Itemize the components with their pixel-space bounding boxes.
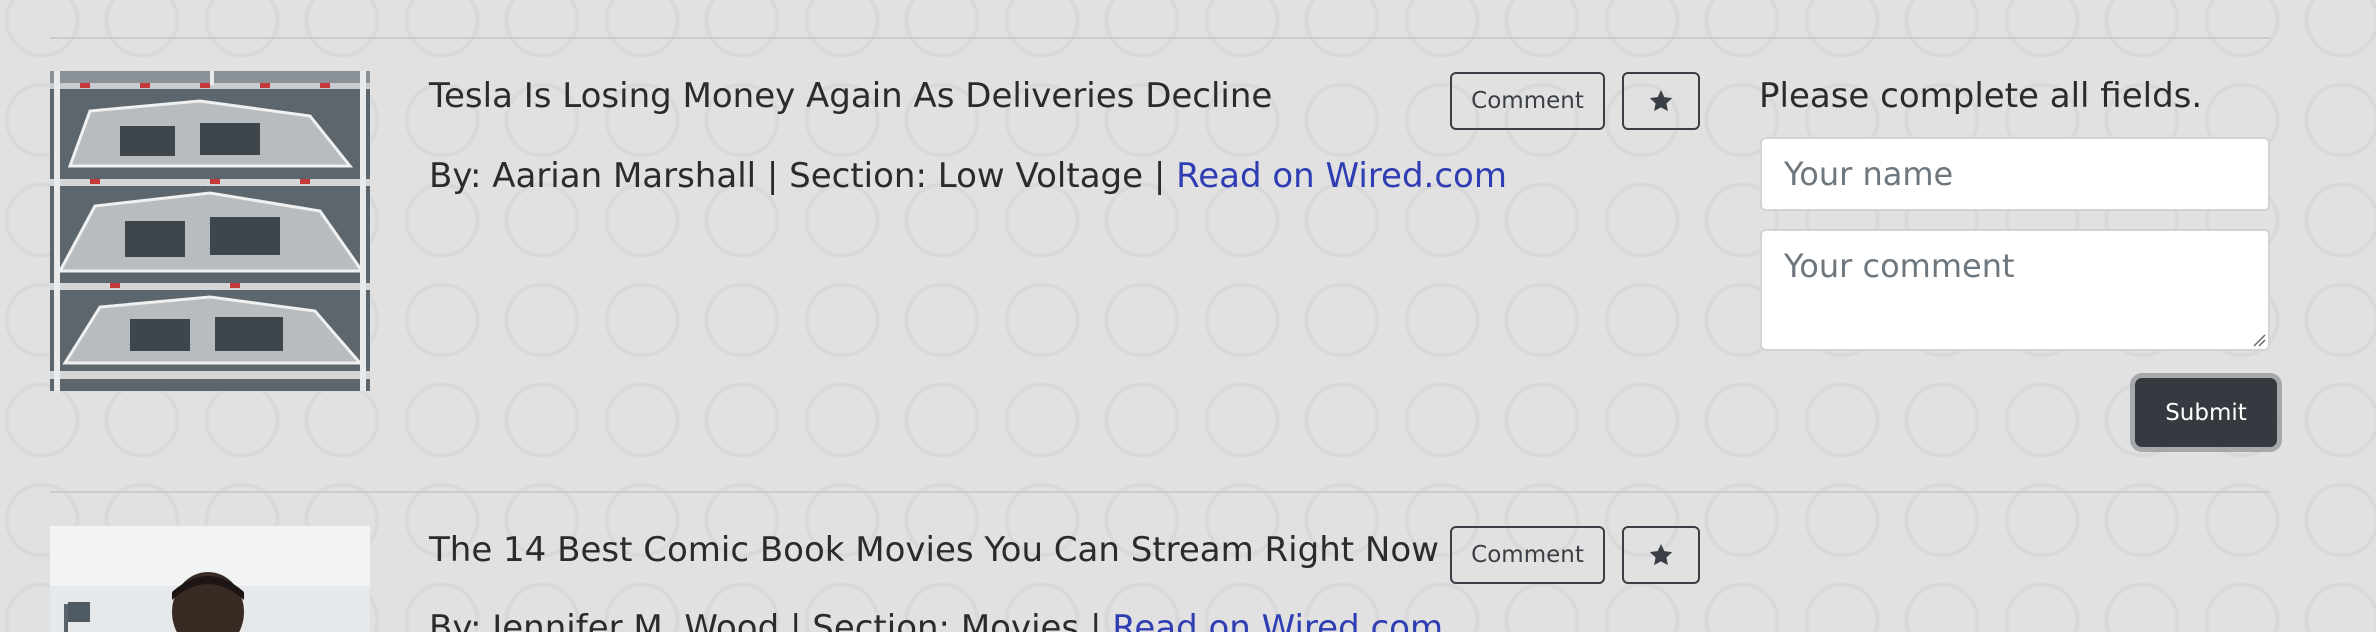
resize-grip-icon[interactable] bbox=[2252, 333, 2266, 347]
read-on-wired-link[interactable]: Read on Wired.com bbox=[1176, 156, 1507, 196]
comment-textarea[interactable] bbox=[1760, 229, 2270, 351]
star-icon bbox=[1649, 543, 1673, 566]
article-thumbnail-comic-movies bbox=[50, 526, 370, 632]
comment-button[interactable]: Comment bbox=[1450, 526, 1605, 584]
article-divider bbox=[50, 37, 2270, 39]
article-byline: By: Jennifer M. Wood | Section: Movies |… bbox=[429, 608, 1443, 632]
read-on-wired-link[interactable]: Read on Wired.com bbox=[1112, 608, 1443, 632]
name-input[interactable] bbox=[1760, 137, 2270, 211]
article-title: The 14 Best Comic Book Movies You Can St… bbox=[429, 530, 1439, 570]
comment-button[interactable]: Comment bbox=[1450, 72, 1605, 130]
article-thumbnail-tesla bbox=[50, 71, 370, 391]
tesla-factory-image bbox=[50, 71, 370, 391]
submit-button[interactable]: Submit bbox=[2135, 378, 2277, 447]
article-divider bbox=[50, 491, 2270, 493]
article-byline: By: Aarian Marshall | Section: Low Volta… bbox=[429, 156, 1507, 196]
star-icon bbox=[1649, 89, 1673, 112]
favorite-button[interactable] bbox=[1622, 526, 1700, 584]
form-validation-message: Please complete all fields. bbox=[1759, 76, 2203, 116]
byline-text: By: Aarian Marshall | Section: Low Volta… bbox=[429, 156, 1177, 196]
article-title: Tesla Is Losing Money Again As Deliverie… bbox=[429, 76, 1273, 116]
favorite-button[interactable] bbox=[1622, 72, 1700, 130]
comic-movie-image bbox=[50, 526, 370, 632]
byline-text: By: Jennifer M. Wood | Section: Movies | bbox=[429, 608, 1113, 632]
